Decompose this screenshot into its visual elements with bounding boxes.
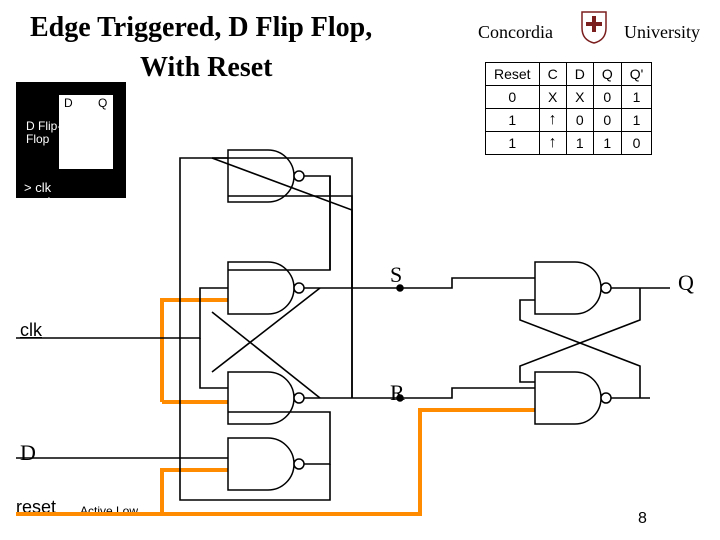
circuit-diagram	[0, 0, 720, 540]
nand5-icon	[535, 262, 611, 314]
nand6-icon	[535, 372, 611, 424]
nand4-icon	[228, 438, 304, 490]
nand3-icon	[228, 372, 304, 424]
signal-wires	[16, 158, 670, 500]
